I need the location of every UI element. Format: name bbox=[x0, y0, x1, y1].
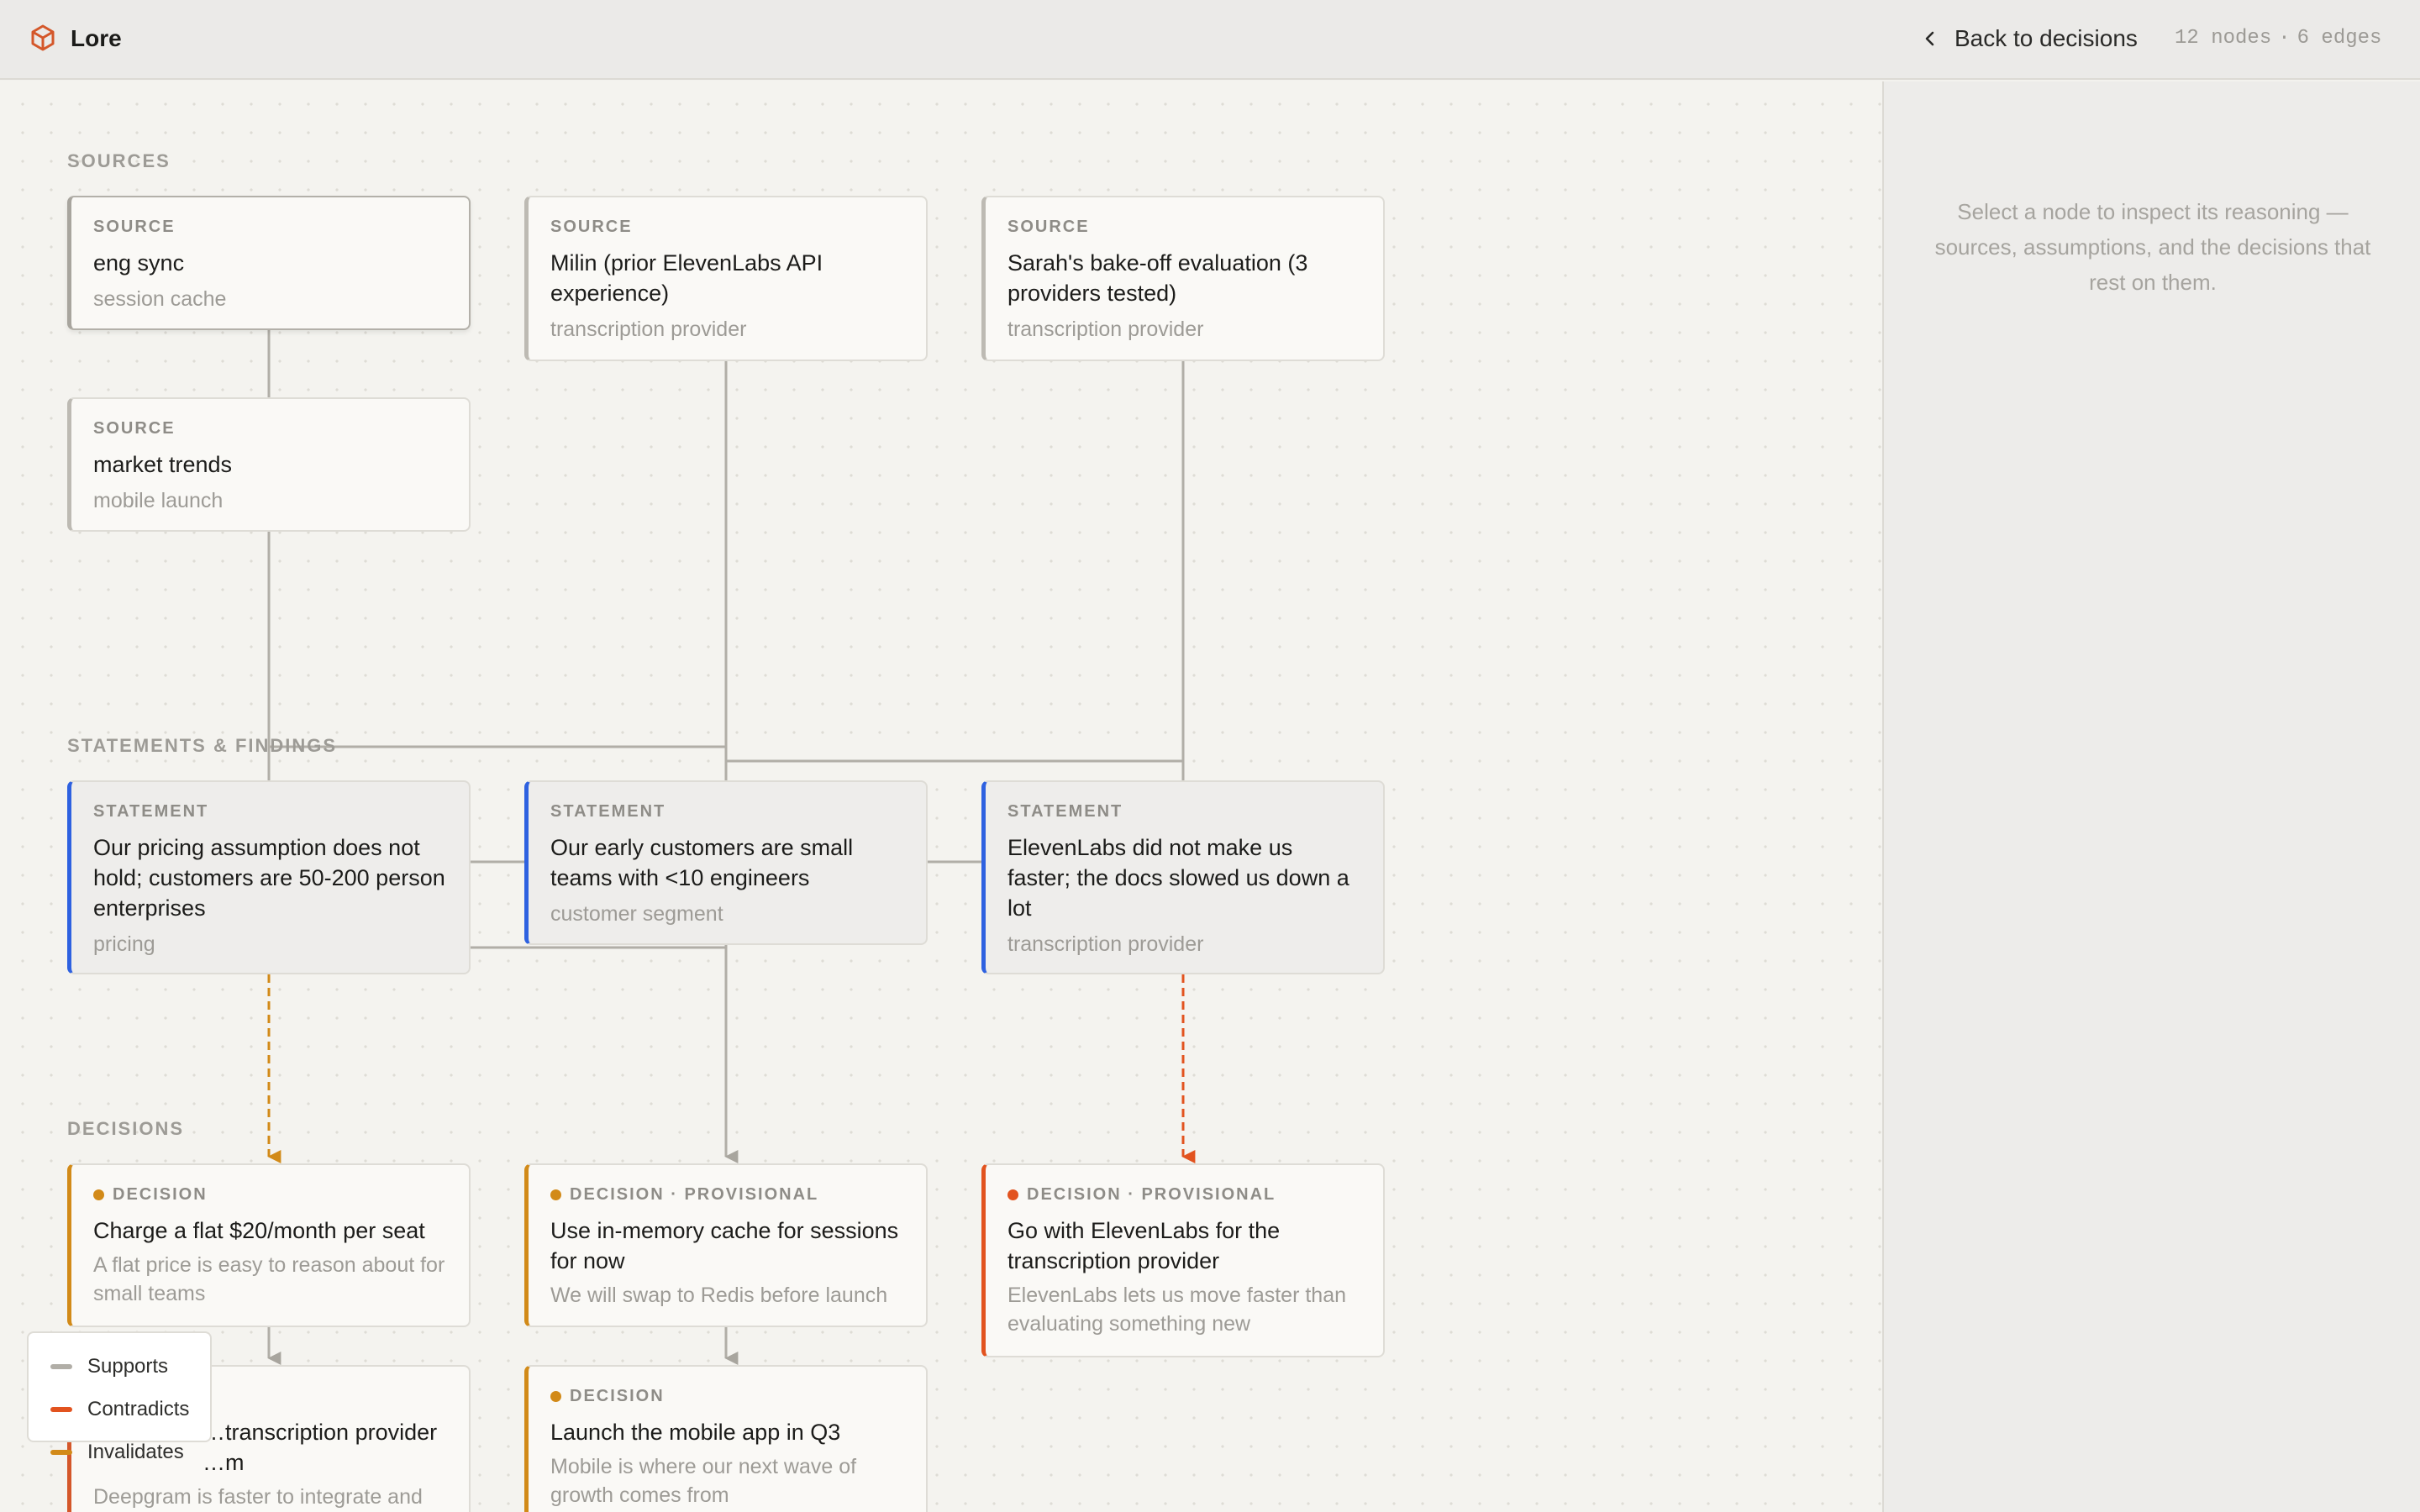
legend-item-supports: Supports bbox=[50, 1345, 210, 1388]
legend-swatch-contradicts bbox=[50, 1406, 72, 1412]
node-subtitle: Deepgram is faster to integrate and bbox=[93, 1485, 423, 1509]
node-subtitle: transcription provider bbox=[550, 318, 747, 341]
section-label-statements: STATEMENTS & FINDINGS bbox=[67, 735, 338, 756]
node-title: market trends bbox=[93, 452, 233, 477]
node-title: Use in-memory cache for sessions for now bbox=[550, 1218, 899, 1273]
legend-label: Supports bbox=[87, 1354, 169, 1378]
node-kind: STATEMENT bbox=[1007, 802, 1123, 821]
legend-label: Contradicts bbox=[87, 1397, 190, 1420]
inspector-empty-hint: Select a node to inspect its reasoning —… bbox=[1934, 199, 2371, 295]
node-kind: DECISION bbox=[93, 1184, 447, 1205]
node-subtitle: transcription provider bbox=[1007, 932, 1204, 956]
legend-swatch-invalidates bbox=[50, 1449, 72, 1455]
node-title: Our pricing assumption does not hold; cu… bbox=[93, 835, 445, 921]
node-title: Charge a flat $20/month per seat bbox=[93, 1218, 425, 1243]
node-title: Go with ElevenLabs for the transcription… bbox=[1007, 1218, 1281, 1273]
node-title: ElevenLabs did not make us faster; the d… bbox=[1007, 835, 1349, 921]
node-decision-flat-price[interactable]: DECISION Charge a flat $20/month per sea… bbox=[67, 1163, 471, 1327]
node-subtitle: transcription provider bbox=[1007, 318, 1204, 341]
node-source-sarah-bakeoff[interactable]: SOURCE Sarah's bake-off evaluation (3 pr… bbox=[981, 196, 1385, 361]
node-source-milin[interactable]: SOURCE Milin (prior ElevenLabs API exper… bbox=[524, 196, 928, 361]
status-dot bbox=[93, 1189, 104, 1200]
node-kind: SOURCE bbox=[1007, 218, 1090, 236]
nodes-count: 12 nodes bbox=[2175, 27, 2272, 50]
node-subtitle: pricing bbox=[93, 932, 155, 956]
node-source-market-trends[interactable]: SOURCE market trends mobile launch bbox=[67, 397, 471, 532]
node-kind: SOURCE bbox=[93, 419, 176, 438]
inspector-panel: Select a node to inspect its reasoning —… bbox=[1882, 81, 2420, 1512]
node-decision-in-memory-cache[interactable]: DECISION · PROVISIONAL Use in-memory cac… bbox=[524, 1163, 928, 1327]
node-statement-customers[interactable]: STATEMENT Our early customers are small … bbox=[524, 780, 928, 945]
status-dot bbox=[550, 1189, 561, 1200]
node-kind: STATEMENT bbox=[93, 802, 209, 821]
back-to-decisions-label: Back to decisions bbox=[1954, 25, 2138, 51]
node-subtitle: A flat price is easy to reason about for… bbox=[93, 1253, 445, 1305]
edge-legend: Supports Contradicts Invalidates bbox=[27, 1331, 212, 1463]
node-kind-label: DECISION · PROVISIONAL bbox=[570, 1185, 819, 1204]
node-subtitle: We will swap to Redis before launch bbox=[550, 1284, 888, 1307]
edges-count: 6 edges bbox=[2296, 27, 2382, 50]
node-kind: DECISION · PROVISIONAL bbox=[550, 1184, 904, 1205]
legend-swatch-supports bbox=[50, 1363, 72, 1369]
legend-item-invalidates: Invalidates bbox=[50, 1431, 210, 1473]
node-decision-elevenlabs[interactable]: DECISION · PROVISIONAL Go with ElevenLab… bbox=[981, 1163, 1385, 1357]
status-dot bbox=[550, 1390, 561, 1402]
node-kind: STATEMENT bbox=[550, 802, 666, 821]
node-kind: DECISION bbox=[550, 1385, 904, 1407]
node-kind-label: DECISION bbox=[113, 1185, 208, 1204]
section-label-sources: SOURCES bbox=[67, 150, 171, 171]
node-statement-elevenlabs[interactable]: STATEMENT ElevenLabs did not make us fas… bbox=[981, 780, 1385, 974]
node-source-eng-sync[interactable]: SOURCE eng sync session cache bbox=[67, 196, 471, 330]
node-kind-label: DECISION · PROVISIONAL bbox=[1027, 1185, 1276, 1204]
chevron-left-icon bbox=[1925, 31, 1934, 46]
node-statement-pricing[interactable]: STATEMENT Our pricing assumption does no… bbox=[67, 780, 471, 974]
graph-stats: 12 nodes · 6 edges bbox=[2175, 25, 2381, 52]
node-subtitle: ElevenLabs lets us move faster than eval… bbox=[1007, 1284, 1347, 1336]
node-decision-mobile-app[interactable]: DECISION Launch the mobile app in Q3 Mob… bbox=[524, 1365, 928, 1512]
status-dot bbox=[1007, 1189, 1018, 1200]
node-title: Launch the mobile app in Q3 bbox=[550, 1420, 841, 1445]
graph-canvas[interactable]: SOURCES STATEMENTS & FINDINGS DECISIONS … bbox=[0, 81, 1882, 1512]
node-subtitle: session cache bbox=[93, 287, 227, 311]
back-to-decisions-link[interactable]: Back to decisions bbox=[1918, 22, 2138, 55]
top-bar: Lore Back to decisions 12 nodes · 6 edges bbox=[0, 0, 2420, 80]
node-title: Sarah's bake-off evaluation (3 providers… bbox=[1007, 250, 1308, 306]
node-kind: SOURCE bbox=[550, 218, 633, 236]
node-subtitle: Mobile is where our next wave of growth … bbox=[550, 1455, 857, 1507]
node-title: eng sync bbox=[93, 250, 185, 276]
legend-label: Invalidates bbox=[87, 1440, 184, 1463]
node-title: Milin (prior ElevenLabs API experience) bbox=[550, 250, 823, 306]
node-subtitle: mobile launch bbox=[93, 489, 224, 512]
app-title: Lore bbox=[71, 25, 122, 51]
node-kind: DECISION · PROVISIONAL bbox=[1007, 1184, 1361, 1205]
node-kind: SOURCE bbox=[93, 218, 176, 236]
node-kind-label: DECISION bbox=[570, 1387, 665, 1405]
section-label-decisions: DECISIONS bbox=[67, 1118, 185, 1139]
legend-item-contradicts: Contradicts bbox=[50, 1388, 210, 1431]
cube-logo-icon bbox=[31, 24, 55, 51]
stats-separator: · bbox=[2278, 27, 2291, 50]
node-title: Our early customers are small teams with… bbox=[550, 835, 854, 890]
node-subtitle: customer segment bbox=[550, 902, 723, 926]
